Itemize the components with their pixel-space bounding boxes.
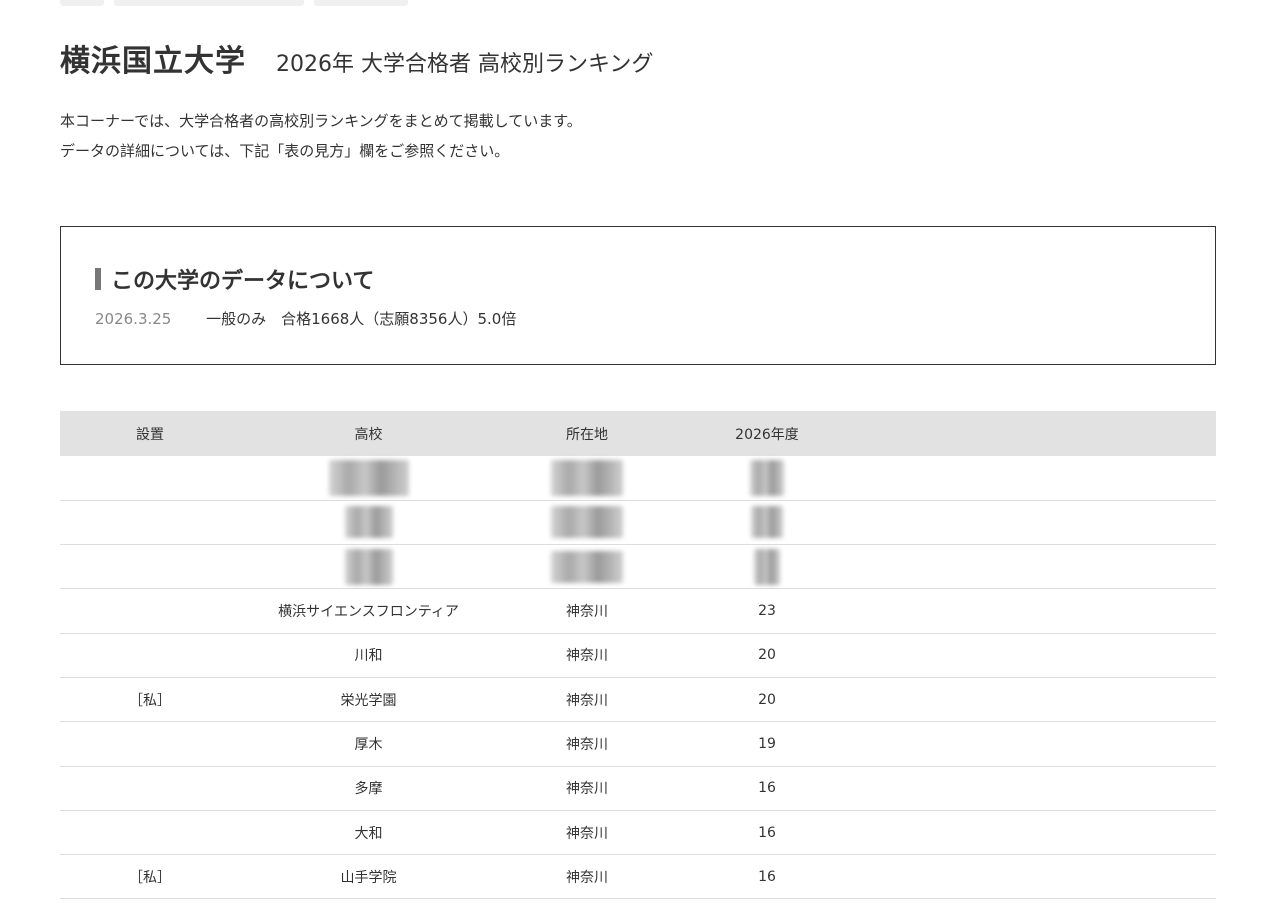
location-cell: 神奈川 xyxy=(497,677,677,723)
location-cell: 神奈川 xyxy=(497,854,677,900)
redacted-value xyxy=(328,459,409,496)
info-title: この大学のデータについて xyxy=(111,269,375,294)
redacted-value xyxy=(551,550,623,583)
university-data-box: この大学のデータについて 2026.3.25 一般のみ 合格1668人（志願83… xyxy=(60,226,1216,365)
nav-stub xyxy=(314,0,408,6)
school-cell xyxy=(240,456,497,501)
count-cell: 20 xyxy=(677,677,857,723)
intro-text: 本コーナーでは、大学合格者の高校別ランキングをまとめて掲載しています。 データの… xyxy=(60,106,582,166)
school-cell: 横浜サイエンスフロンティア xyxy=(240,588,497,634)
top-nav-stubs xyxy=(60,0,408,6)
school-cell: 大和 xyxy=(240,810,497,856)
empty-cell xyxy=(857,500,1216,546)
school-cell: 厚木 xyxy=(240,721,497,767)
redacted-value xyxy=(551,506,623,539)
info-summary-line: 2026.3.25 一般のみ 合格1668人（志願8356人）5.0倍 xyxy=(95,308,516,329)
header-location: 所在地 xyxy=(497,411,677,456)
count-cell: 16 xyxy=(677,766,857,811)
table-row xyxy=(60,456,1216,501)
empty-cell xyxy=(857,766,1216,811)
setchi-cell xyxy=(60,721,240,767)
table-row: ［私］ 山手学院 神奈川 16 xyxy=(60,854,1216,900)
table-header-row: 設置 高校 所在地 2026年度 xyxy=(60,411,1216,456)
setchi-cell xyxy=(60,766,240,811)
table-row: 大和 神奈川 16 xyxy=(60,810,1216,856)
table-row: 横浜サイエンスフロンティア 神奈川 23 xyxy=(60,588,1216,634)
count-cell xyxy=(677,544,857,590)
empty-cell xyxy=(857,456,1216,501)
redacted-value xyxy=(750,459,784,496)
title-row: 横浜国立大学 2026年 大学合格者 高校別ランキング xyxy=(60,36,653,80)
empty-cell xyxy=(857,588,1216,634)
setchi-cell: ［私］ xyxy=(60,677,240,723)
redacted-value xyxy=(344,506,393,539)
ranking-table: 設置 高校 所在地 2026年度 横浜サイエンスフロンティア 神奈川 23 川和 神奈川… xyxy=(60,411,1216,900)
setchi-cell xyxy=(60,456,240,501)
empty-cell xyxy=(857,544,1216,590)
count-cell: 20 xyxy=(677,633,857,678)
empty-cell xyxy=(857,633,1216,678)
admission-summary: 一般のみ 合格1668人（志願8356人）5.0倍 xyxy=(206,310,517,328)
count-cell xyxy=(677,456,857,501)
location-cell xyxy=(497,456,677,501)
university-name: 横浜国立大学 xyxy=(60,44,246,79)
data-date: 2026.3.25 xyxy=(95,310,172,328)
table-row: 厚木 神奈川 19 xyxy=(60,721,1216,767)
location-cell: 神奈川 xyxy=(497,633,677,678)
table-row: 川和 神奈川 20 xyxy=(60,633,1216,678)
location-cell: 神奈川 xyxy=(497,588,677,634)
table-row: 多摩 神奈川 16 xyxy=(60,766,1216,811)
school-cell: 栄光学園 xyxy=(240,677,497,723)
redacted-value xyxy=(344,548,393,585)
setchi-cell xyxy=(60,544,240,590)
header-school: 高校 xyxy=(240,411,497,456)
location-cell: 神奈川 xyxy=(497,721,677,767)
school-cell: 山手学院 xyxy=(240,854,497,900)
empty-cell xyxy=(857,854,1216,900)
setchi-cell: ［私］ xyxy=(60,854,240,900)
empty-cell xyxy=(857,677,1216,723)
header-year-2026: 2026年度 xyxy=(677,411,857,456)
table-row xyxy=(60,544,1216,590)
count-cell: 23 xyxy=(677,588,857,634)
redacted-value xyxy=(754,548,780,585)
nav-stub xyxy=(114,0,304,6)
info-heading: この大学のデータについて xyxy=(95,263,374,295)
empty-cell xyxy=(857,810,1216,856)
nav-stub xyxy=(60,0,104,6)
location-cell: 神奈川 xyxy=(497,766,677,811)
school-cell xyxy=(240,500,497,546)
empty-cell xyxy=(857,721,1216,767)
school-cell: 多摩 xyxy=(240,766,497,811)
redacted-value xyxy=(751,506,783,539)
setchi-cell xyxy=(60,633,240,678)
location-cell: 神奈川 xyxy=(497,810,677,856)
table-row xyxy=(60,500,1216,546)
location-cell xyxy=(497,544,677,590)
header-setchi: 設置 xyxy=(60,411,240,456)
heading-accent-bar xyxy=(95,268,101,290)
school-cell: 川和 xyxy=(240,633,497,678)
page-subtitle: 2026年 大学合格者 高校別ランキング xyxy=(276,52,654,77)
intro-line-2: データの詳細については、下記「表の見方」欄をご参照ください。 xyxy=(60,142,510,160)
count-cell: 16 xyxy=(677,810,857,856)
setchi-cell xyxy=(60,810,240,856)
intro-line-1: 本コーナーでは、大学合格者の高校別ランキングをまとめて掲載しています。 xyxy=(60,112,582,130)
setchi-cell xyxy=(60,588,240,634)
header-empty xyxy=(857,411,1216,456)
count-cell: 16 xyxy=(677,854,857,900)
count-cell xyxy=(677,500,857,546)
school-cell xyxy=(240,544,497,590)
table-body: 横浜サイエンスフロンティア 神奈川 23 川和 神奈川 20 ［私］ 栄光学園 神奈川 20 厚木神… xyxy=(60,456,1216,900)
location-cell xyxy=(497,500,677,546)
table-row: ［私］ 栄光学園 神奈川 20 xyxy=(60,677,1216,723)
count-cell: 19 xyxy=(677,721,857,767)
redacted-value xyxy=(551,459,623,496)
setchi-cell xyxy=(60,500,240,546)
